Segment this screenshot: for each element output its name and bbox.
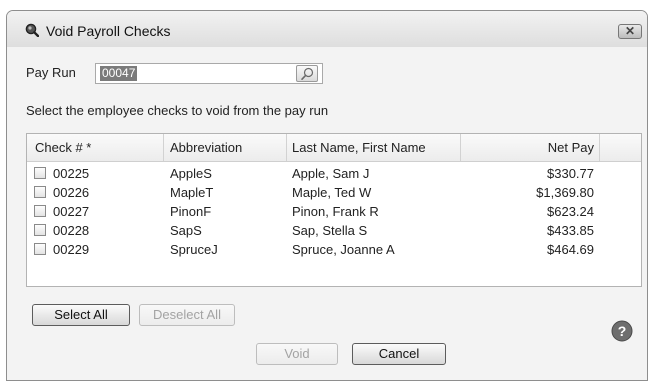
cell-name: Sap, Stella S xyxy=(292,223,368,238)
table-header: Check # * Abbreviation Last Name, First … xyxy=(27,134,641,162)
cancel-button[interactable]: Cancel xyxy=(352,343,446,365)
void-button[interactable]: Void xyxy=(256,343,338,365)
cell-name: Maple, Ted W xyxy=(292,185,372,200)
row-checkbox[interactable] xyxy=(34,243,46,255)
search-icon xyxy=(301,67,314,80)
cell-net-pay: $330.77 xyxy=(547,166,594,181)
pay-run-lookup-button[interactable] xyxy=(296,65,318,82)
cell-check-number: 00229 xyxy=(53,242,90,257)
close-button[interactable]: ✕ xyxy=(618,24,642,39)
cell-abbreviation: MapleT xyxy=(170,185,214,200)
table-row[interactable]: 00226 MapleT Maple, Ted W $1,369.80 xyxy=(27,183,641,202)
row-checkbox[interactable] xyxy=(34,167,46,179)
cell-name: Spruce, Joanne A xyxy=(292,242,395,257)
cell-name: Apple, Sam J xyxy=(292,166,370,181)
pay-run-label: Pay Run xyxy=(26,65,76,80)
title-bar: Void Payroll Checks ✕ xyxy=(7,11,647,47)
cell-net-pay: $1,369.80 xyxy=(536,185,594,200)
table-row[interactable]: 00229 SpruceJ Spruce, Joanne A $464.69 xyxy=(27,240,641,259)
void-payroll-checks-dialog: Void Payroll Checks ✕ Pay Run 00047 Sele… xyxy=(6,10,648,381)
table-row[interactable]: 00225 AppleS Apple, Sam J $330.77 xyxy=(27,164,641,183)
column-divider xyxy=(599,134,600,161)
column-divider xyxy=(163,134,164,161)
select-all-button[interactable]: Select All xyxy=(32,304,130,326)
cell-check-number: 00227 xyxy=(53,204,90,219)
cell-net-pay: $623.24 xyxy=(547,204,594,219)
cell-net-pay: $433.85 xyxy=(547,223,594,238)
header-abbreviation[interactable]: Abbreviation xyxy=(170,134,242,161)
dialog-title: Void Payroll Checks xyxy=(46,23,171,39)
instruction-text: Select the employee checks to void from … xyxy=(26,103,329,118)
cell-abbreviation: AppleS xyxy=(170,166,212,181)
pay-run-input[interactable]: 00047 xyxy=(95,63,323,84)
checks-table: Check # * Abbreviation Last Name, First … xyxy=(26,133,642,287)
svg-text:?: ? xyxy=(618,323,627,339)
deselect-all-button[interactable]: Deselect All xyxy=(139,304,235,326)
row-checkbox[interactable] xyxy=(34,224,46,236)
cell-check-number: 00225 xyxy=(53,166,90,181)
row-checkbox[interactable] xyxy=(34,186,46,198)
table-row[interactable]: 00227 PinonF Pinon, Frank R $623.24 xyxy=(27,202,641,221)
cell-check-number: 00226 xyxy=(53,185,90,200)
help-icon[interactable]: ? xyxy=(611,320,633,342)
cell-abbreviation: SapS xyxy=(170,223,202,238)
cell-check-number: 00228 xyxy=(53,223,90,238)
header-net-pay[interactable]: Net Pay xyxy=(467,134,594,161)
cell-net-pay: $464.69 xyxy=(547,242,594,257)
header-name[interactable]: Last Name, First Name xyxy=(292,134,426,161)
close-icon: ✕ xyxy=(624,24,636,38)
header-check-number[interactable]: Check # * xyxy=(35,134,91,161)
cell-name: Pinon, Frank R xyxy=(292,204,379,219)
pay-run-value: 00047 xyxy=(100,66,138,81)
table-row[interactable]: 00228 SapS Sap, Stella S $433.85 xyxy=(27,221,641,240)
row-checkbox[interactable] xyxy=(34,205,46,217)
column-divider xyxy=(460,134,461,161)
magnifier-app-icon xyxy=(25,23,39,37)
column-divider xyxy=(286,134,287,161)
cell-abbreviation: PinonF xyxy=(170,204,212,219)
dialog-body: Pay Run 00047 Select the employee checks… xyxy=(7,47,647,380)
cell-abbreviation: SpruceJ xyxy=(170,242,218,257)
